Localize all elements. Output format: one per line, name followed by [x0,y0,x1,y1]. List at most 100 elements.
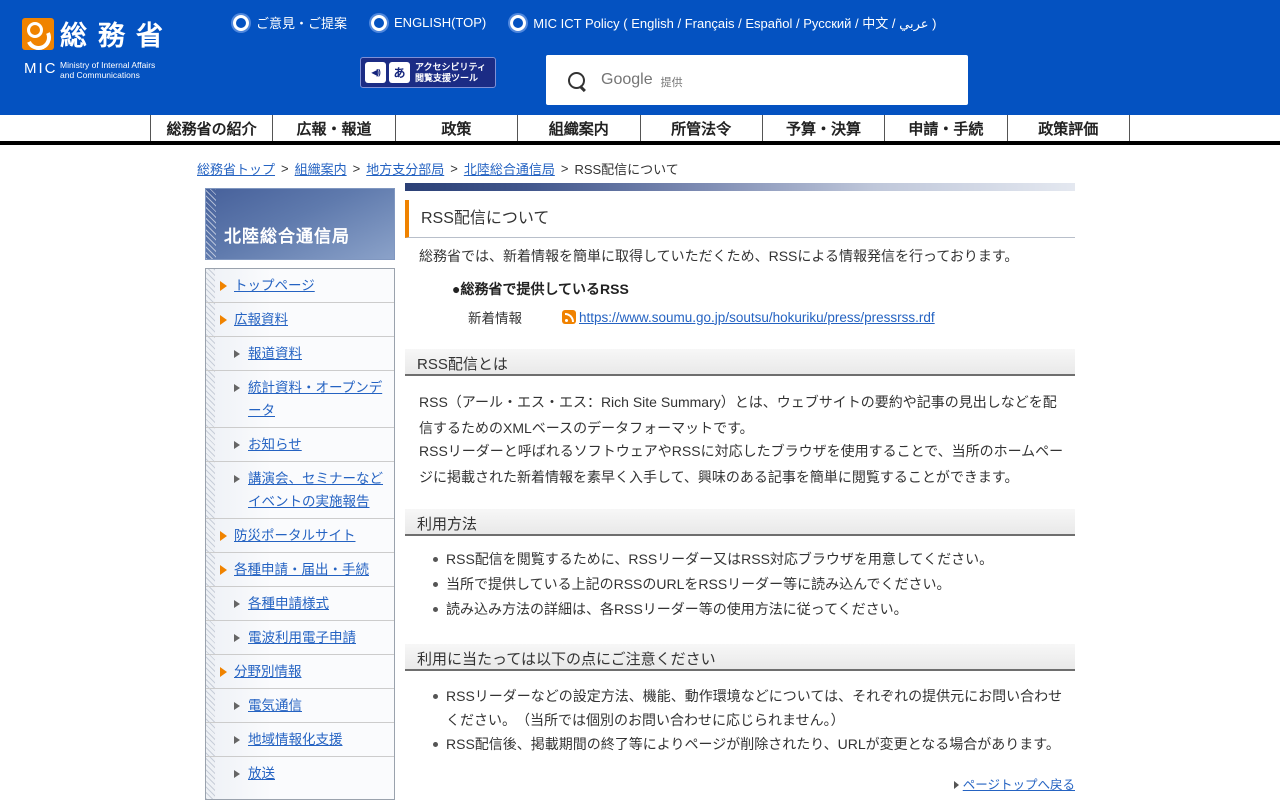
nav-item-applications[interactable]: 申請・手続 [884,115,1006,141]
breadcrumb-link-regional-bureaus[interactable]: 地方支分部局 [366,159,444,178]
global-nav: 総務省の紹介 広報・報道 政策 組織案内 所管法令 予算・決算 申請・手続 政策… [0,112,1280,145]
mic-logo-icon [22,18,54,50]
logo-ministry-name: 総務省 [60,14,174,53]
nav-item-organization[interactable]: 組織案内 [517,115,639,141]
sidebar-item-top-page[interactable]: トップページ [206,269,394,302]
arrow-right-icon [234,475,240,483]
sidebar-item-label[interactable]: 統計資料・オープンデータ [248,380,382,418]
nav-item-policy-evaluation[interactable]: 政策評価 [1007,115,1130,141]
sidebar-item-label[interactable]: 各種申請・届出・手続 [234,562,369,577]
section-heading-usage: 利用方法 [405,509,1075,536]
sidebar-item-radio-e-application[interactable]: 電波利用電子申請 [206,620,394,654]
arrow-right-icon [220,667,227,677]
search-input[interactable]: Google 提供 [546,55,968,105]
rss-feed-row: 新着情報 https://www.soumu.go.jp/soutsu/hoku… [468,307,1138,327]
global-nav-items: 総務省の紹介 広報・報道 政策 組織案内 所管法令 予算・決算 申請・手続 政策… [150,115,1130,141]
logo-english-line2: and Communications [60,70,155,80]
mic-ict-policy-link-label: MIC ICT Policy ( English / Français / Es… [533,13,936,32]
mic-logo[interactable]: MIC 総務省 Ministry of Internal Affairs and… [22,16,242,96]
sidebar-item-label[interactable]: トップページ [234,278,315,293]
sidebar-item-statistics-open-data[interactable]: 統計資料・オープンデータ [206,370,394,427]
mic-ict-policy-link[interactable]: MIC ICT Policy ( English / Français / Es… [510,13,936,32]
sidebar-item-broadcasting[interactable]: 放送 [206,756,394,790]
breadcrumb-current: RSS配信について [574,159,678,178]
search-placeholder-brand: Google [601,71,653,89]
arrow-right-icon [220,281,227,291]
sidebar-item-event-reports[interactable]: 講演会、セミナーなどイベントの実施報告 [206,461,394,518]
bullet-item: RSS配信を閲覧するために、RSSリーダー又はRSS対応ブラウザを用意してくださ… [429,547,1069,572]
section-paragraph: RSSリーダーと呼ばれるソフトウェアやRSSに対応したブラウザを使用することで、… [419,438,1067,490]
page-title: RSS配信について [405,200,1075,238]
sidebar-item-applications-procedures[interactable]: 各種申請・届出・手続 [206,552,394,586]
accessibility-label-line1: アクセシビリティ [415,62,486,73]
sidebar-item-label[interactable]: 防災ポータルサイト [234,528,356,543]
site-header: MIC 総務省 Ministry of Internal Affairs and… [0,0,1280,112]
english-top-link-label: ENGLISH(TOP) [394,15,486,30]
bullet-item: RSSリーダーなどの設定方法、機能、動作環境などについては、それぞれの提供元にお… [429,684,1069,732]
back-to-top-link[interactable]: ページトップへ戻る [963,778,1075,792]
nav-item-budget[interactable]: 予算・決算 [762,115,884,141]
arrow-right-icon [954,781,959,789]
sidebar-item-regional-informatization[interactable]: 地域情報化支援 [206,722,394,756]
cautions-bullet-list: RSSリーダーなどの設定方法、機能、動作環境などについては、それぞれの提供元にお… [429,684,1069,756]
arrow-right-icon [234,350,240,358]
sidebar-item-application-forms[interactable]: 各種申請様式 [206,586,394,620]
accessibility-tool-button[interactable]: ◀)) あ アクセシビリティ 閲覧支援ツール [360,57,496,88]
feedback-link[interactable]: ご意見・ご提案 [233,13,347,32]
sidebar-menu-list: トップページ 広報資料 報道資料 統計資料・オープンデータ お知らせ 講演会、セ… [206,269,394,790]
rss-provided-heading: ●総務省で提供しているRSS [452,279,1122,299]
sidebar-item-label[interactable]: 講演会、セミナーなどイベントの実施報告 [248,471,383,509]
sidebar-item-label[interactable]: 各種申請様式 [248,596,329,611]
sidebar-menu: トップページ 広報資料 報道資料 統計資料・オープンデータ お知らせ 講演会、セ… [205,268,395,800]
arrow-right-icon [220,565,227,575]
nav-item-laws[interactable]: 所管法令 [640,115,762,141]
circle-icon [371,15,387,31]
sidebar-item-label[interactable]: 分野別情報 [234,664,302,679]
english-top-link[interactable]: ENGLISH(TOP) [371,15,486,31]
circle-icon [233,15,249,31]
bullet-item: 当所で提供している上記のRSSのURLをRSSリーダー等に読み込んでください。 [429,572,1069,597]
bullet-item: RSS配信後、掲載期間の終了等によりページが削除されたり、URLが変更となる場合… [429,732,1069,756]
sidebar-item-pr-materials[interactable]: 広報資料 [206,302,394,336]
sidebar-item-press-materials[interactable]: 報道資料 [206,336,394,370]
breadcrumb-link-organization[interactable]: 組織案内 [295,159,347,178]
sidebar-item-label[interactable]: 電気通信 [248,698,302,713]
section-heading-what-is-rss: RSS配信とは [405,349,1075,376]
speaker-icon: ◀)) [365,62,386,83]
sidebar-item-disaster-portal[interactable]: 防災ポータルサイト [206,518,394,552]
accessibility-label-line2: 閲覧支援ツール [415,73,486,84]
section-paragraph: RSS（アール・エス・エス：Rich Site Summary）とは、ウェブサイ… [419,389,1067,441]
nav-item-policy[interactable]: 政策 [395,115,517,141]
arrow-right-icon [220,531,227,541]
arrow-right-icon [234,736,240,744]
breadcrumb-link-hokuriku-bureau[interactable]: 北陸総合通信局 [464,159,555,178]
logo-mic-text: MIC [24,60,58,77]
sidebar-item-label[interactable]: 電波利用電子申請 [248,630,356,645]
section-heading-cautions: 利用に当たっては以下の点にご注意ください [405,644,1075,671]
sidebar-item-info-by-field[interactable]: 分野別情報 [206,654,394,688]
sidebar-item-label[interactable]: 広報資料 [234,312,288,327]
sidebar-item-label[interactable]: 報道資料 [248,346,302,361]
rss-feed-url-link[interactable]: https://www.soumu.go.jp/soutsu/hokuriku/… [579,310,935,325]
sidebar-item-label[interactable]: お知らせ [248,437,302,452]
sidebar-item-telecommunications[interactable]: 電気通信 [206,688,394,722]
nav-item-about[interactable]: 総務省の紹介 [150,115,272,141]
breadcrumb-separator: > [450,161,458,176]
rss-feed-icon [562,310,576,324]
search-placeholder-provider: 提供 [661,74,683,90]
breadcrumb-link-home[interactable]: 総務省トップ [197,159,275,178]
header-utility-links: ご意見・ご提案 ENGLISH(TOP) MIC ICT Policy ( En… [233,13,936,32]
nav-item-public-relations[interactable]: 広報・報道 [272,115,394,141]
sidebar-item-label[interactable]: 地域情報化支援 [248,732,343,747]
arrow-right-icon [234,702,240,710]
accessibility-tool-label: アクセシビリティ 閲覧支援ツール [415,62,486,83]
usage-bullet-list: RSS配信を閲覧するために、RSSリーダー又はRSS対応ブラウザを用意してくださ… [429,547,1069,622]
breadcrumb: 総務省トップ > 組織案内 > 地方支分部局 > 北陸総合通信局 > RSS配信… [197,159,679,178]
arrow-right-icon [234,384,240,392]
sidebar-item-label[interactable]: 放送 [248,766,275,781]
sidebar-item-notices[interactable]: お知らせ [206,427,394,461]
feedback-link-label: ご意見・ご提案 [256,13,347,32]
search-icon [568,72,585,89]
arrow-right-icon [234,634,240,642]
bullet-item: 読み込み方法の詳細は、各RSSリーダー等の使用方法に従ってください。 [429,597,1069,622]
